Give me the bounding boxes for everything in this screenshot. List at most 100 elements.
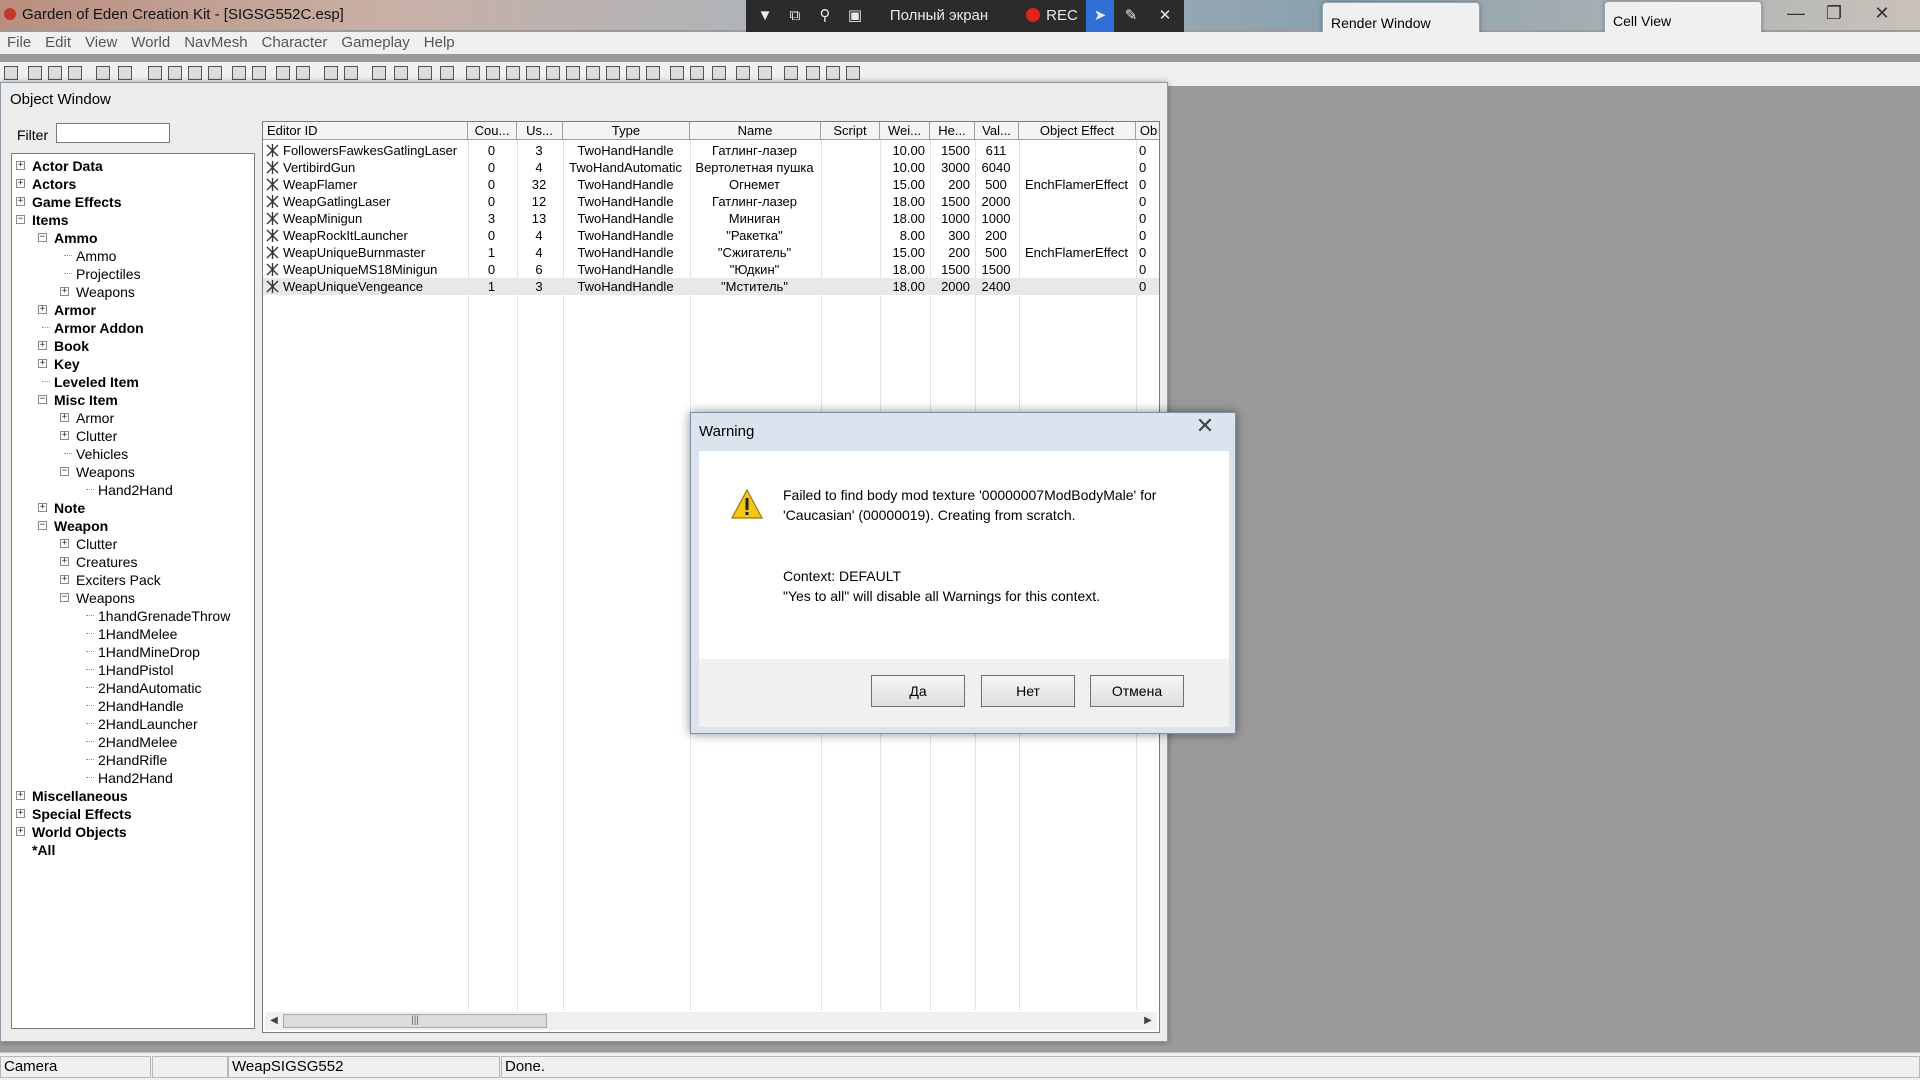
yes-button[interactable]: Да <box>871 675 965 707</box>
collapse-icon[interactable]: − <box>38 395 47 404</box>
tool-u-icon[interactable] <box>846 66 860 80</box>
cell-editor-id[interactable]: WeapUniqueBurnmaster <box>283 244 466 261</box>
tree-item[interactable]: 2HandLauncher <box>98 715 198 733</box>
expand-icon[interactable]: + <box>38 305 47 314</box>
open-icon[interactable] <box>28 66 42 80</box>
tree-item[interactable]: 1HandMineDrop <box>98 643 200 661</box>
tool-f-icon[interactable] <box>526 66 540 80</box>
menu-file[interactable]: File <box>0 32 38 51</box>
tree-item[interactable]: Ammo <box>54 229 98 247</box>
column-header-script[interactable]: Script <box>821 122 880 140</box>
tree-item[interactable]: Misc Item <box>54 391 118 409</box>
tool-o-icon[interactable] <box>712 66 726 80</box>
column-header-weight[interactable]: Wei... <box>880 122 930 140</box>
collapse-icon[interactable]: − <box>60 467 69 476</box>
cell-editor-id[interactable]: WeapUniqueMS18Minigun <box>283 261 466 278</box>
column-header-users[interactable]: Us... <box>517 122 563 140</box>
tree-item[interactable]: Projectiles <box>76 265 141 283</box>
grid-icon[interactable] <box>148 66 162 80</box>
tool-q-icon[interactable] <box>758 66 772 80</box>
cell-editor-id[interactable]: FollowersFawkesGatlingLaser <box>283 142 466 159</box>
column-header-name[interactable]: Name <box>690 122 821 140</box>
cursor-icon[interactable]: ➤ <box>1086 0 1114 32</box>
tree-item[interactable]: Weapon <box>54 517 108 535</box>
tree-item[interactable]: Miscellaneous <box>32 787 128 805</box>
column-header-editor-id[interactable]: Editor ID <box>263 122 468 140</box>
tree-item[interactable]: Armor Addon <box>54 319 144 337</box>
close-recorder-icon[interactable]: ✕ <box>1148 0 1182 32</box>
tree-item[interactable]: 2HandAutomatic <box>98 679 202 697</box>
tool-i-icon[interactable] <box>586 66 600 80</box>
menu-character[interactable]: Character <box>255 32 335 51</box>
fullscreen-button[interactable]: Полный экран <box>874 0 1004 32</box>
tool-s-icon[interactable] <box>806 66 820 80</box>
expand-icon[interactable]: + <box>16 809 25 818</box>
expand-icon[interactable]: + <box>16 179 25 188</box>
tool-e-icon[interactable] <box>506 66 520 80</box>
tree-item[interactable]: Ammo <box>76 247 116 265</box>
tool-r-icon[interactable] <box>784 66 798 80</box>
region-select-icon[interactable]: ▣ <box>840 0 870 32</box>
globe-icon[interactable] <box>208 66 222 80</box>
menu-world[interactable]: World <box>124 32 177 51</box>
tree-item[interactable]: Armor <box>54 301 96 319</box>
scroll-left-icon[interactable]: ◀ <box>267 1014 281 1028</box>
new-icon[interactable] <box>4 66 18 80</box>
tool-c-icon[interactable] <box>466 66 480 80</box>
tree-item[interactable]: 2HandHandle <box>98 697 184 715</box>
tree-item[interactable]: Weapons <box>76 283 135 301</box>
no-button[interactable]: Нет <box>981 675 1075 707</box>
tree-item[interactable]: Weapons <box>76 589 135 607</box>
expand-icon[interactable]: + <box>38 359 47 368</box>
expand-icon[interactable]: + <box>16 161 25 170</box>
dropdown-icon[interactable]: ▼ <box>750 0 780 32</box>
tree-item[interactable]: Armor <box>76 409 114 427</box>
collapse-icon[interactable]: − <box>38 521 47 530</box>
tool-p-icon[interactable] <box>736 66 750 80</box>
collapse-icon[interactable]: − <box>16 215 25 224</box>
tree-item[interactable]: *All <box>32 841 55 859</box>
tree-item[interactable]: Game Effects <box>32 193 121 211</box>
brush-icon[interactable] <box>372 66 386 80</box>
cell-editor-id[interactable]: WeapUniqueVengeance <box>283 278 466 295</box>
stop-icon[interactable] <box>168 66 182 80</box>
cell-editor-id[interactable]: WeapMinigun <box>283 210 466 227</box>
cut-icon[interactable] <box>394 66 408 80</box>
tree-item[interactable]: Clutter <box>76 427 117 445</box>
tree-item[interactable]: 1HandPistol <box>98 661 174 679</box>
tool-t-icon[interactable] <box>826 66 840 80</box>
tree-item[interactable]: 2HandRifle <box>98 751 167 769</box>
light-icon[interactable] <box>276 66 290 80</box>
cell-editor-id[interactable]: WeapFlamer <box>283 176 466 193</box>
expand-icon[interactable]: + <box>16 197 25 206</box>
column-header-count[interactable]: Cou... <box>468 122 517 140</box>
dialog-close-icon[interactable]: ✕ <box>1183 415 1227 437</box>
marker-icon[interactable] <box>188 66 202 80</box>
tree-item[interactable]: Special Effects <box>32 805 132 823</box>
scroll-right-icon[interactable]: ▶ <box>1141 1014 1155 1028</box>
tool-m-icon[interactable] <box>670 66 684 80</box>
menu-edit[interactable]: Edit <box>38 32 78 51</box>
cell-editor-id[interactable]: WeapGatlingLaser <box>283 193 466 210</box>
expand-icon[interactable]: + <box>16 827 25 836</box>
cell-editor-id[interactable]: WeapRockItLauncher <box>283 227 466 244</box>
tree-item[interactable]: Weapons <box>76 463 135 481</box>
tree-item[interactable]: Items <box>32 211 69 229</box>
tool-l-icon[interactable] <box>646 66 660 80</box>
expand-icon[interactable]: + <box>60 287 69 296</box>
expand-icon[interactable]: + <box>60 575 69 584</box>
tree-item[interactable]: 1HandMelee <box>98 625 177 643</box>
settings-icon[interactable] <box>296 66 310 80</box>
scroll-thumb[interactable]: ||| <box>283 1014 547 1028</box>
tree-item[interactable]: Clutter <box>76 535 117 553</box>
save-icon[interactable] <box>48 66 62 80</box>
menu-gameplay[interactable]: Gameplay <box>334 32 416 51</box>
tool-g-icon[interactable] <box>546 66 560 80</box>
tree-item[interactable]: Book <box>54 337 89 355</box>
tree-item[interactable]: Key <box>54 355 80 373</box>
rec-button[interactable]: REC <box>1012 0 1092 32</box>
expand-icon[interactable]: + <box>38 341 47 350</box>
tree-item[interactable]: 1handGrenadeThrow <box>98 607 230 625</box>
tool-a-icon[interactable] <box>418 66 432 80</box>
column-header-ob[interactable]: Ob <box>1136 122 1159 140</box>
